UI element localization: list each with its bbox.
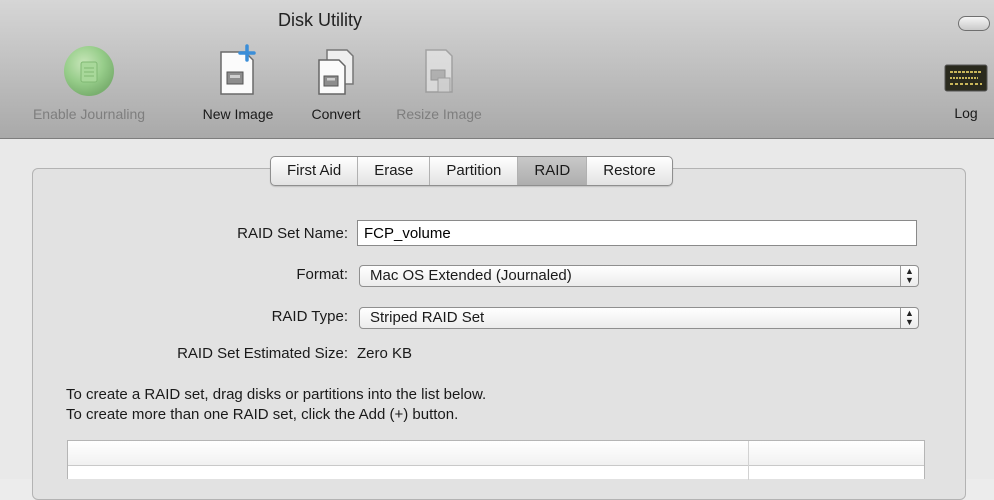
tab-partition[interactable]: Partition [430, 157, 519, 185]
instruction-text: To create a RAID set, drag disks or part… [66, 386, 487, 403]
log-label: Log [954, 105, 978, 121]
tab-bar: First Aid Erase Partition RAID Restore [270, 156, 673, 186]
new-image-button[interactable]: New Image [188, 44, 288, 122]
raid-disk-list[interactable] [67, 440, 925, 480]
tab-raid[interactable]: RAID [518, 157, 588, 185]
new-image-icon [220, 44, 256, 95]
tab-first-aid[interactable]: First Aid [271, 157, 359, 185]
journaling-icon [64, 46, 114, 96]
tab-restore[interactable]: Restore [587, 157, 672, 185]
select-arrows-icon: ▲ ▼ [900, 266, 918, 286]
window-title: Disk Utility [278, 10, 362, 30]
raid-set-name-label: RAID Set Name: [237, 225, 348, 242]
log-icon [944, 64, 988, 92]
estimated-size-value: Zero KB [357, 345, 413, 362]
select-arrows-icon: ▲ ▼ [900, 308, 918, 328]
log-button[interactable]: Log [942, 64, 990, 121]
enable-journaling-button[interactable]: Enable Journaling [14, 44, 164, 122]
instruction-text: To create more than one RAID set, click … [66, 406, 459, 423]
toolbar-item-label: Resize Image [396, 106, 482, 122]
format-select-value: Mac OS Extended (Journaled) [370, 267, 572, 284]
toolbar-item-label: Convert [311, 106, 361, 122]
convert-icon [318, 49, 354, 95]
raid-type-select[interactable]: Striped RAID Set ▲ ▼ [359, 307, 919, 329]
toolbar-item-label: Enable Journaling [32, 106, 146, 122]
estimated-size-label: RAID Set Estimated Size: [177, 345, 348, 362]
toolbar-toggle-button[interactable] [958, 16, 990, 31]
toolbar-item-label: New Image [202, 106, 274, 122]
format-select[interactable]: Mac OS Extended (Journaled) ▲ ▼ [359, 265, 919, 287]
resize-image-icon [425, 49, 453, 93]
resize-image-button[interactable]: Resize Image [380, 44, 498, 122]
convert-button[interactable]: Convert [296, 44, 376, 122]
raid-set-name-field[interactable] [357, 220, 917, 246]
list-header [68, 441, 924, 466]
format-label: Format: [296, 266, 348, 283]
tab-erase[interactable]: Erase [358, 157, 431, 185]
raid-type-select-value: Striped RAID Set [370, 309, 485, 326]
window-toolbar: Disk Utility Enable Journaling New Image… [0, 0, 994, 139]
raid-type-label: RAID Type: [271, 308, 348, 325]
list-column-divider[interactable] [748, 441, 749, 480]
